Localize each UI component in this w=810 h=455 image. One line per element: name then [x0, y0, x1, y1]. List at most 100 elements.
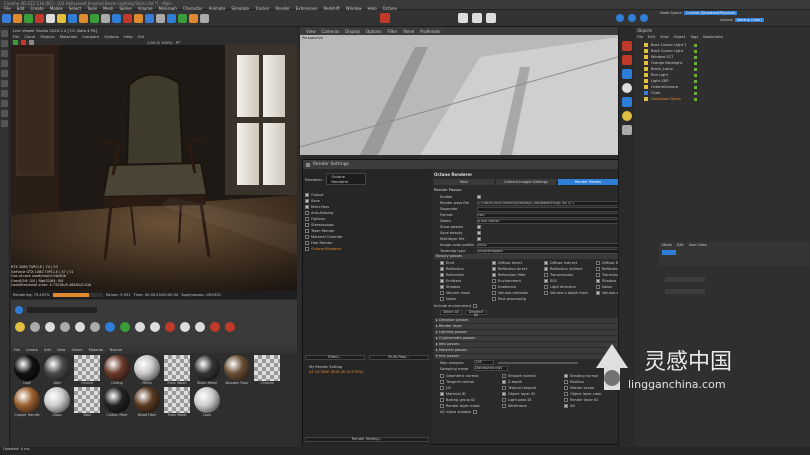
beauty-pass[interactable]: Diffuse direct	[492, 261, 544, 265]
pass-checkbox[interactable]	[544, 291, 548, 295]
viewport-menu-item[interactable]: Panel	[403, 29, 414, 34]
objects-menu-item[interactable]: View	[660, 35, 669, 39]
beauty-pass[interactable]: Refraction	[440, 273, 492, 277]
pass-checkbox[interactable]	[596, 279, 600, 283]
beauty-pass[interactable]: Reflection	[440, 267, 492, 271]
zoom-select[interactable]: 1:00 (S 100%)	[147, 41, 173, 45]
visibility-icon[interactable]	[694, 85, 697, 89]
beauty-pass[interactable]: Emitters	[440, 279, 492, 283]
object-item[interactable]: Hollywood Room	[619, 96, 810, 102]
node-space[interactable]: Node Space: Current (Standard/Physical)	[660, 11, 738, 15]
deselect-all-button[interactable]: Deselect All	[465, 310, 487, 317]
channel-select[interactable]: PT	[176, 41, 180, 45]
material-swatch[interactable]: Octane	[73, 355, 101, 385]
info-pass[interactable]: Smooth normal	[502, 374, 564, 378]
toolbar-tool-icon[interactable]	[35, 14, 44, 23]
pass-checkbox[interactable]	[492, 267, 496, 271]
render-item-checkbox[interactable]	[305, 193, 309, 197]
pass-checkbox[interactable]	[544, 267, 548, 271]
grid-icon[interactable]	[1, 110, 8, 117]
material-menu-item[interactable]: Edit	[44, 348, 51, 352]
toolbar-tool-icon[interactable]	[145, 14, 154, 23]
material-node-icon[interactable]	[180, 322, 190, 332]
material-swatch[interactable]: Glass	[43, 387, 71, 417]
pass-checkbox[interactable]	[492, 261, 496, 265]
pass-checkbox[interactable]	[440, 404, 444, 408]
info-pass[interactable]: Render layer mask	[440, 404, 502, 408]
info-pass[interactable]: Baking group ID	[440, 398, 502, 402]
visibility-icon[interactable]	[694, 97, 697, 101]
snap-icon[interactable]	[628, 14, 636, 22]
beauty-pass[interactable]: Refraction filter	[492, 273, 544, 277]
toolbar-tool-icon[interactable]	[57, 14, 66, 23]
render-setting-button[interactable]: Render Setting...	[305, 437, 429, 442]
beauty-pass[interactable]: Volume z-depth front	[544, 291, 596, 295]
toolbar-tool-icon[interactable]	[13, 14, 22, 23]
visibility-icon[interactable]	[694, 79, 697, 83]
pass-checkbox[interactable]	[492, 291, 496, 295]
visibility-icon[interactable]	[694, 49, 697, 53]
edges-mode-icon[interactable]	[1, 60, 8, 67]
toolbar-tool-icon[interactable]	[178, 14, 187, 23]
pass-checkbox[interactable]	[440, 297, 444, 301]
info-pass[interactable]: Geometric normal	[440, 374, 502, 378]
material-node-icon[interactable]	[15, 322, 25, 332]
make-editable-icon[interactable]	[1, 30, 8, 37]
toolbar-tool-icon[interactable]	[167, 14, 176, 23]
material-swatch[interactable]: Loon	[193, 387, 221, 417]
render-view-icon[interactable]	[486, 13, 496, 23]
material-node-icon[interactable]	[210, 322, 220, 332]
toolbar-tool-icon[interactable]	[68, 14, 77, 23]
material-swatch[interactable]: Carbon Fiber	[103, 387, 131, 417]
material-node-icon[interactable]	[135, 322, 145, 332]
pass-checkbox[interactable]	[596, 273, 600, 277]
live-viewer-menu-item[interactable]: File	[13, 34, 19, 39]
ao-alpha-checkbox[interactable]	[473, 410, 478, 414]
pass-checkbox[interactable]	[492, 279, 496, 283]
viewport-layout-icon[interactable]	[458, 13, 468, 23]
visibility-icon[interactable]	[694, 61, 697, 65]
beauty-pass[interactable]: Post processing	[492, 297, 544, 301]
render-item-checkbox[interactable]	[305, 217, 309, 221]
beauty-pass[interactable]: Volume mask	[440, 291, 492, 295]
material-slider[interactable]	[27, 307, 97, 313]
material-swatch[interactable]: Floor Wood	[163, 355, 191, 385]
pass-checkbox[interactable]	[440, 285, 444, 289]
pass-checkbox[interactable]	[596, 267, 600, 271]
render-item-checkbox[interactable]	[305, 241, 309, 245]
pass-checkbox[interactable]	[564, 380, 568, 384]
model-mode-icon[interactable]	[1, 40, 8, 47]
pass-checkbox[interactable]	[502, 404, 506, 408]
select-all-button[interactable]: Select All	[440, 310, 462, 315]
pass-checkbox[interactable]	[492, 273, 496, 277]
material-node-icon[interactable]	[75, 322, 85, 332]
material-swatch[interactable]: Chrome	[253, 355, 281, 385]
material-sphere-icon[interactable]	[15, 306, 23, 314]
octane-daylight-icon[interactable]	[622, 111, 632, 121]
field-checkbox[interactable]	[477, 231, 481, 235]
live-viewer-menu-item[interactable]: GUI	[138, 34, 145, 39]
live-viewer-menu-item[interactable]: Materials	[60, 34, 77, 39]
render-item-checkbox[interactable]	[305, 211, 309, 215]
toolbar-tool-icon[interactable]	[2, 14, 11, 23]
material-menu-item[interactable]: Select	[71, 348, 82, 352]
material-swatch[interactable]: Floor Metal	[163, 387, 191, 417]
toolbar-tool-icon[interactable]	[79, 14, 88, 23]
material-node-icon[interactable]	[60, 322, 70, 332]
lock-icon[interactable]	[1, 100, 8, 107]
pass-checkbox[interactable]	[564, 392, 568, 396]
pass-checkbox[interactable]	[596, 291, 600, 295]
settings-tab[interactable]: Render Passes	[558, 179, 618, 185]
pass-checkbox[interactable]	[440, 279, 444, 283]
visibility-icon[interactable]	[694, 91, 697, 95]
pass-checkbox[interactable]	[596, 285, 600, 289]
gear-icon[interactable]	[616, 14, 624, 22]
pass-checkbox[interactable]	[502, 374, 506, 378]
panel-layout-icon[interactable]	[472, 13, 482, 23]
toolbar-tool-icon[interactable]	[156, 14, 165, 23]
paint-icon[interactable]	[1, 120, 8, 127]
beauty-pass[interactable]: Irradiance	[492, 285, 544, 289]
toolbar-tool-icon[interactable]	[24, 14, 33, 23]
visibility-icon[interactable]	[694, 67, 697, 71]
objects-menu-item[interactable]: Tags	[690, 35, 698, 39]
